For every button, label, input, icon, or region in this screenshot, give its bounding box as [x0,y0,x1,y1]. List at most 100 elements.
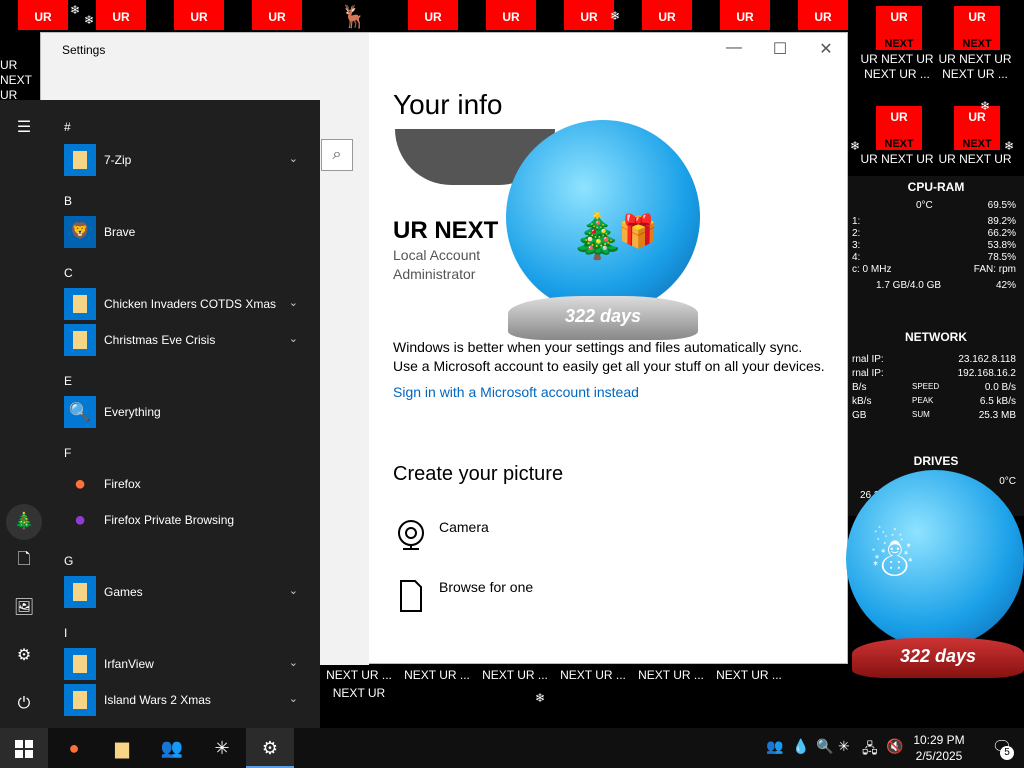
camera-option[interactable]: Camera [393,517,693,561]
desktop-icon-label: UR NEXT UR NEXT UR ... [938,52,1012,81]
file-explorer-taskbar-button[interactable]: ▆ [98,728,146,768]
hamburger-icon[interactable]: ☰ [12,116,36,140]
minimize-button[interactable]: — [711,39,757,57]
app-label: Everything [104,405,161,419]
clock[interactable]: 10:29 PM 2/5/2025 [908,732,970,764]
settings-icon[interactable]: ⚙ [12,644,36,668]
desktop-icon-label[interactable]: NEXT UR ... [554,668,632,682]
start-menu[interactable]: ☰ 🎄 🗋 🖼 ⚙ ⏻ # 7-Zip ⌄ B 🦁 Brave C Chicken … [0,100,320,728]
letter-header[interactable]: C [64,266,73,280]
desktop-tile[interactable]: UR [96,0,146,30]
app-brave[interactable]: 🦁 Brave [64,216,304,248]
cpu-row: 0°C 69.5% [916,200,1016,211]
cpu-row: 3: 53.8% [852,240,1016,251]
tray-drop-icon[interactable]: 💧 [792,738,809,755]
volume-muted-icon[interactable]: 🔇 [886,738,903,755]
network-icon[interactable]: 🖧 [862,738,878,762]
browse-option[interactable]: Browse for one [393,577,693,621]
user-icon[interactable]: 🎄 [6,504,42,540]
desktop-tile[interactable]: UR [486,0,536,30]
chevron-down-icon: ⌄ [288,585,298,597]
account-type: Local Account [393,247,481,263]
tray-people-icon[interactable]: 👥 [766,738,783,755]
desktop-tile[interactable]: UR [408,0,458,30]
desktop-icon-label[interactable]: NEXT UR ... [398,668,476,682]
desktop-icon-label[interactable]: NEXT UR ... [476,668,554,682]
documents-icon[interactable]: 🗋 [12,548,36,572]
gear-icon: ⚙ [261,738,279,758]
net-row: kB/s PEAK 6.5 kB/s [852,396,1016,407]
desktop-icon[interactable]: UR NEXT UR NEXT UR NEXT UR ... [858,0,936,90]
firefox-icon: ● [73,473,87,495]
desktop-icon-tile: UR NEXT [954,106,1000,150]
desktop-tile[interactable]: UR [252,0,302,30]
app-7zip[interactable]: 7-Zip ⌄ [64,144,304,176]
app-everything[interactable]: 🔍 Everything [64,396,304,428]
desktop-tile[interactable]: UR [18,0,68,30]
app-island-wars[interactable]: Island Wars 2 Xmas ⌄ [64,684,304,716]
app-chicken-invaders[interactable]: Chicken Invaders COTDS Xmas ⌄ [64,288,304,320]
chevron-down-icon: ⌄ [288,153,298,165]
app-games[interactable]: Games ⌄ [64,576,304,608]
taskbar: ● ▆ 👥 ✳ ⚙ 👥 💧 🔍 ✳ 🖧 🔇 10:29 PM2/5/2025 🗨… [0,728,1024,768]
desktop-tile[interactable]: UR [564,0,614,30]
browse-label: Browse for one [439,579,534,595]
start-rail: ☰ 🎄 🗋 🖼 ⚙ ⏻ [0,100,48,728]
pictures-icon[interactable]: 🖼 [12,596,36,620]
folder-icon [64,684,96,716]
letter-header[interactable]: E [64,374,72,388]
system-monitor-widget[interactable]: CPU-RAM 0°C 69.5% 1: 89.2% 2: 66.2% 3: 53.8%… [848,176,1024,516]
close-button[interactable]: ✕ [803,39,849,59]
cpu-ram-title: CPU-RAM [907,180,965,194]
app-label: Island Wars 2 Xmas [104,693,211,707]
desktop-icon[interactable]: UR NEXT UR NEXT UR NEXT UR ... [936,0,1014,90]
folder-icon [64,288,96,320]
maximize-button[interactable]: ☐ [757,39,803,59]
desktop-tile[interactable]: UR [642,0,692,30]
tray-sparkle-icon[interactable]: ✳ [838,738,850,755]
desktop-icon-label[interactable]: NEXT UR ... [632,668,710,682]
page-title: Your info [393,89,503,120]
app-firefox-private[interactable]: ● Firefox Private Browsing [64,504,304,536]
microsoft-signin-link[interactable]: Sign in with a Microsoft account instead [393,384,639,400]
desktop-tile[interactable]: UR [798,0,848,30]
snowflake-icon: ❄ [980,99,991,113]
snowflake-icon: ❄ [535,691,546,705]
letter-header[interactable]: G [64,554,73,568]
settings-taskbar-button[interactable]: ⚙ [246,728,294,768]
letter-header[interactable]: # [64,120,71,134]
folder-icon: ▆ [115,738,129,758]
search-button[interactable]: ⌕ [321,139,353,171]
snowman-globe-widget[interactable]: ☃ 322 days [842,470,1024,720]
folder-icon [64,324,96,356]
net-row: GB SUM 25.3 MB [852,410,1016,421]
window-title: Settings [62,43,106,57]
tray-search-icon[interactable]: 🔍 [816,738,833,755]
notification-button[interactable]: 🗨 5 [980,728,1024,768]
app-label: Christmas Eve Crisis [104,333,216,347]
desktop-tile[interactable]: UR [174,0,224,30]
reindeer-icon: 🦌 [340,4,368,29]
app-taskbar-button[interactable]: 👥 [148,728,196,768]
snow-globe-widget[interactable]: 🎄 🎁 322 days [500,120,706,350]
desktop-icon-label[interactable]: NEXT UR [320,686,398,700]
chevron-down-icon: ⌄ [288,333,298,345]
app-christmas-eve-crisis[interactable]: Christmas Eve Crisis ⌄ [64,324,304,356]
letter-header[interactable]: I [64,626,67,640]
letter-header[interactable]: B [64,194,72,208]
network-title: NETWORK [905,330,967,344]
desktop-icon-label[interactable]: NEXT UR ... [710,668,788,682]
firefox-taskbar-button[interactable]: ● [50,728,98,768]
folder-icon [64,144,96,176]
brave-icon: 🦁 [64,216,96,248]
letter-header[interactable]: F [64,446,71,460]
desktop-tile[interactable]: UR [720,0,770,30]
app-label: Brave [104,225,136,239]
app-irfanview[interactable]: IrfanView ⌄ [64,648,304,680]
desktop-icon-label[interactable]: NEXT UR ... [320,668,398,682]
app-firefox[interactable]: ● Firefox [64,468,304,500]
net-row: rnal IP: 23.162.8.118 [852,354,1016,365]
power-icon[interactable]: ⏻ [12,692,36,716]
start-button[interactable] [0,728,48,768]
app-taskbar-button[interactable]: ✳ [198,728,246,768]
